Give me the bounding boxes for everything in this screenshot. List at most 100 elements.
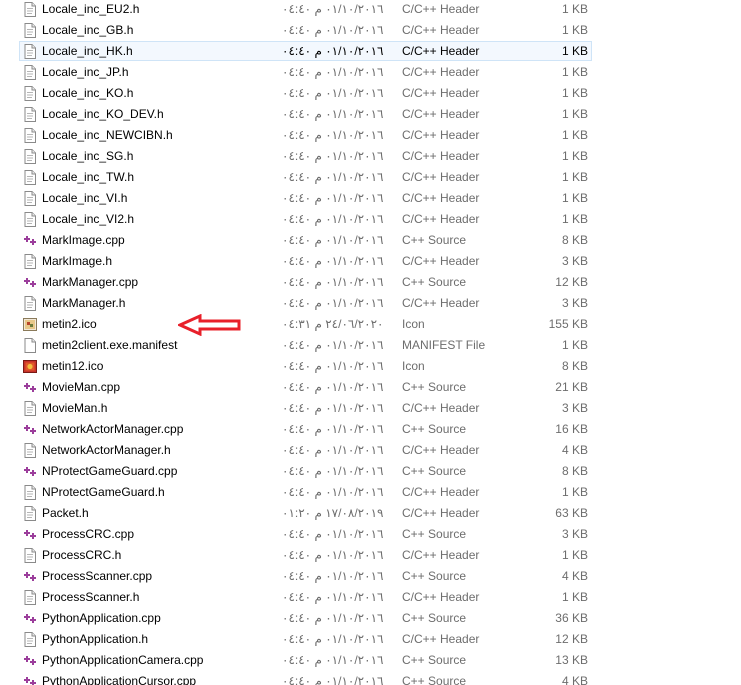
file-row[interactable]: Locale_inc_SG.h ٠١/١٠/٢٠١٦ م ٠٤:٤٠ C/C++ H… xyxy=(19,146,592,166)
file-row[interactable]: ProcessScanner.h ٠١/١٠/٢٠١٦ م ٠٤:٤٠ C/C++ … xyxy=(19,587,592,607)
file-row[interactable]: NProtectGameGuard.h ٠١/١٠/٢٠١٦ م ٠٤:٤٠ C/C… xyxy=(19,482,592,502)
file-date-modified: ٠١/١٠/٢٠١٦ م ٠٤:٤٠ xyxy=(282,485,384,499)
file-date-modified: ٠١/١٠/٢٠١٦ م ٠٤:٤٠ xyxy=(282,107,384,121)
file-name: Locale_inc_HK.h xyxy=(42,44,133,58)
file-list: Locale_inc_EU2.h ٠١/١٠/٢٠١٦ م ٠٤:٤٠ C/C++ … xyxy=(0,0,741,685)
file-type: C/C++ Header xyxy=(402,506,480,520)
file-row[interactable]: Locale_inc_NEWCIBN.h ٠١/١٠/٢٠١٦ م ٠٤:٤٠ C/… xyxy=(19,125,592,145)
file-type: MANIFEST File xyxy=(402,338,486,352)
file-row[interactable]: Locale_inc_VI2.h ٠١/١٠/٢٠١٦ م ٠٤:٤٠ C/C++ … xyxy=(19,209,592,229)
file-size: 8 KB xyxy=(561,233,588,247)
file-row[interactable]: NetworkActorManager.h ٠١/١٠/٢٠١٦ م ٠٤:٤٠ C… xyxy=(19,440,592,460)
h-file-icon xyxy=(23,590,37,605)
file-name: MovieMan.cpp xyxy=(42,380,121,394)
file-row[interactable]: MarkManager.cpp ٠١/١٠/٢٠١٦ م ٠٤:٤٠ C++ Sou… xyxy=(19,272,592,292)
file-date-modified: ٠١/١٠/٢٠١٦ م ٠٤:٤٠ xyxy=(282,674,384,685)
file-row[interactable]: NProtectGameGuard.cpp ٠١/١٠/٢٠١٦ م ٠٤:٤٠ C… xyxy=(19,461,592,481)
file-row[interactable]: Locale_inc_JP.h ٠١/١٠/٢٠١٦ م ٠٤:٤٠ C/C++ H… xyxy=(19,62,592,82)
file-row[interactable]: ProcessCRC.h ٠١/١٠/٢٠١٦ م ٠٤:٤٠ C/C++ Head… xyxy=(19,545,592,565)
file-type: Icon xyxy=(402,317,425,331)
file-size: 1 KB xyxy=(561,44,588,58)
file-name: PythonApplication.cpp xyxy=(42,611,161,625)
file-row[interactable]: PythonApplication.h ٠١/١٠/٢٠١٦ م ٠٤:٤٠ C/C… xyxy=(19,629,592,649)
file-type: C/C++ Header xyxy=(402,296,480,310)
h-file-icon xyxy=(23,191,37,206)
h-file-icon xyxy=(23,443,37,458)
file-row[interactable]: MovieMan.cpp ٠١/١٠/٢٠١٦ م ٠٤:٤٠ C++ Source… xyxy=(19,377,592,397)
file-row[interactable]: metin2.ico ٢٤/٠٦/٢٠٢٠ م ٠٤:٣١ Icon 155 KB xyxy=(19,314,592,334)
file-size: 1 KB xyxy=(561,65,588,79)
file-type: C/C++ Header xyxy=(402,86,480,100)
file-size: 36 KB xyxy=(555,611,588,625)
file-date-modified: ٠١/١٠/٢٠١٦ م ٠٤:٤٠ xyxy=(282,422,384,436)
file-name: Locale_inc_VI.h xyxy=(42,191,128,205)
file-size: 63 KB xyxy=(555,506,588,520)
h-file-icon xyxy=(23,254,37,269)
file-size: 1 KB xyxy=(561,338,588,352)
file-type: C/C++ Header xyxy=(402,44,480,58)
file-name: Locale_inc_SG.h xyxy=(42,149,134,163)
file-row[interactable]: Locale_inc_KO.h ٠١/١٠/٢٠١٦ م ٠٤:٤٠ C/C++ H… xyxy=(19,83,592,103)
file-row[interactable]: NetworkActorManager.cpp ٠١/١٠/٢٠١٦ م ٠٤:٤… xyxy=(19,419,592,439)
file-name: PythonApplicationCursor.cpp xyxy=(42,674,197,685)
file-type: C/C++ Header xyxy=(402,107,480,121)
file-date-modified: ٠١/١٠/٢٠١٦ م ٠٤:٤٠ xyxy=(282,569,384,583)
file-name: metin12.ico xyxy=(42,359,104,373)
cpp-file-icon xyxy=(23,527,37,542)
file-type: C/C++ Header xyxy=(402,65,480,79)
file-size: 1 KB xyxy=(561,2,588,16)
file-name: Locale_inc_EU2.h xyxy=(42,2,140,16)
file-row[interactable]: Locale_inc_GB.h ٠١/١٠/٢٠١٦ م ٠٤:٤٠ C/C++ H… xyxy=(19,20,592,40)
file-date-modified: ٠١/١٠/٢٠١٦ م ٠٤:٤٠ xyxy=(282,401,384,415)
file-type: C/C++ Header xyxy=(402,254,480,268)
file-date-modified: ٠١/١٠/٢٠١٦ م ٠٤:٤٠ xyxy=(282,548,384,562)
file-row[interactable]: Locale_inc_TW.h ٠١/١٠/٢٠١٦ م ٠٤:٤٠ C/C++ H… xyxy=(19,167,592,187)
file-date-modified: ٠١/١٠/٢٠١٦ م ٠٤:٤٠ xyxy=(282,128,384,142)
file-row[interactable]: MovieMan.h ٠١/١٠/٢٠١٦ م ٠٤:٤٠ C/C++ Header… xyxy=(19,398,592,418)
ico-file-icon xyxy=(23,317,37,332)
file-type: C++ Source xyxy=(402,527,467,541)
file-type: C++ Source xyxy=(402,275,467,289)
h-file-icon xyxy=(23,86,37,101)
cpp-file-icon xyxy=(23,569,37,584)
file-row[interactable]: MarkManager.h ٠١/١٠/٢٠١٦ م ٠٤:٤٠ C/C++ Hea… xyxy=(19,293,592,313)
file-size: 1 KB xyxy=(561,191,588,205)
file-row[interactable]: Locale_inc_HK.h ٠١/١٠/٢٠١٦ م ٠٤:٤٠ C/C++ H… xyxy=(19,41,592,61)
file-size: 1 KB xyxy=(561,590,588,604)
file-row[interactable]: Packet.h ١٧/٠٨/٢٠١٩ م ٠١:٢٠ C/C++ Header 63… xyxy=(19,503,592,523)
file-name: Locale_inc_NEWCIBN.h xyxy=(42,128,173,142)
file-date-modified: ٠١/١٠/٢٠١٦ م ٠٤:٤٠ xyxy=(282,44,384,58)
file-name: NProtectGameGuard.h xyxy=(42,485,165,499)
file-row[interactable]: PythonApplicationCamera.cpp ٠١/١٠/٢٠١٦ م … xyxy=(19,650,592,670)
file-row[interactable]: PythonApplication.cpp ٠١/١٠/٢٠١٦ م ٠٤:٤٠ C… xyxy=(19,608,592,628)
file-name: metin2client.exe.manifest xyxy=(42,338,178,352)
file-row[interactable]: PythonApplicationCursor.cpp ٠١/١٠/٢٠١٦ م … xyxy=(19,671,592,685)
file-size: 12 KB xyxy=(555,632,588,646)
file-date-modified: ٠١/١٠/٢٠١٦ م ٠٤:٤٠ xyxy=(282,296,384,310)
file-row[interactable]: Locale_inc_VI.h ٠١/١٠/٢٠١٦ م ٠٤:٤٠ C/C++ H… xyxy=(19,188,592,208)
file-row[interactable]: metin2client.exe.manifest ٠١/١٠/٢٠١٦ م ٠٤… xyxy=(19,335,592,355)
file-name: Locale_inc_KO.h xyxy=(42,86,134,100)
h-file-icon xyxy=(23,149,37,164)
file-name: ProcessScanner.h xyxy=(42,590,140,604)
file-row[interactable]: MarkImage.h ٠١/١٠/٢٠١٦ م ٠٤:٤٠ C/C++ Heade… xyxy=(19,251,592,271)
file-type: C++ Source xyxy=(402,653,467,667)
file-size: 4 KB xyxy=(561,569,588,583)
file-date-modified: ٠١/١٠/٢٠١٦ م ٠٤:٤٠ xyxy=(282,23,384,37)
file-size: 3 KB xyxy=(561,254,588,268)
file-row[interactable]: MarkImage.cpp ٠١/١٠/٢٠١٦ م ٠٤:٤٠ C++ Sourc… xyxy=(19,230,592,250)
file-type: C/C++ Header xyxy=(402,128,480,142)
file-row[interactable]: ProcessCRC.cpp ٠١/١٠/٢٠١٦ م ٠٤:٤٠ C++ Sour… xyxy=(19,524,592,544)
file-row[interactable]: Locale_inc_EU2.h ٠١/١٠/٢٠١٦ م ٠٤:٤٠ C/C++ … xyxy=(19,0,592,19)
file-type: C/C++ Header xyxy=(402,548,480,562)
file-row[interactable]: Locale_inc_KO_DEV.h ٠١/١٠/٢٠١٦ م ٠٤:٤٠ C/C… xyxy=(19,104,592,124)
file-size: 1 KB xyxy=(561,548,588,562)
file-row[interactable]: metin12.ico ٠١/١٠/٢٠١٦ م ٠٤:٤٠ Icon 8 KB xyxy=(19,356,592,376)
file-type: C/C++ Header xyxy=(402,590,480,604)
file-date-modified: ٠١/١٠/٢٠١٦ م ٠٤:٤٠ xyxy=(282,611,384,625)
file-date-modified: ٠١/١٠/٢٠١٦ م ٠٤:٤٠ xyxy=(282,86,384,100)
file-name: MarkManager.cpp xyxy=(42,275,139,289)
file-row[interactable]: ProcessScanner.cpp ٠١/١٠/٢٠١٦ م ٠٤:٤٠ C++ … xyxy=(19,566,592,586)
file-size: 1 KB xyxy=(561,485,588,499)
h-file-icon xyxy=(23,548,37,563)
